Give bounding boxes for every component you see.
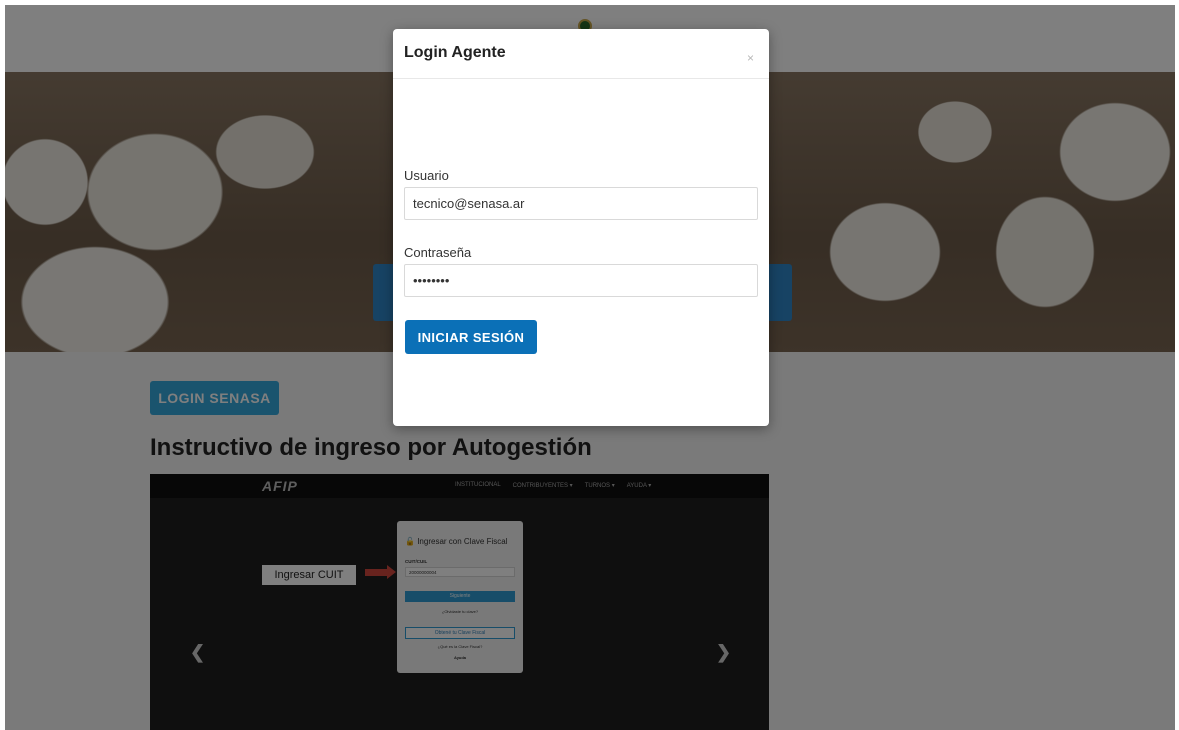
- modal-title: Login Agente: [404, 44, 506, 61]
- close-icon[interactable]: ×: [747, 51, 754, 65]
- login-modal: Login Agente × Usuario Contraseña INICIA…: [393, 29, 769, 426]
- iniciar-sesion-button[interactable]: INICIAR SESIÓN: [405, 320, 537, 354]
- modal-header: Login Agente ×: [393, 29, 769, 79]
- password-input[interactable]: [404, 264, 758, 297]
- username-input[interactable]: [404, 187, 758, 220]
- username-label: Usuario: [404, 168, 449, 183]
- password-label: Contraseña: [404, 245, 472, 260]
